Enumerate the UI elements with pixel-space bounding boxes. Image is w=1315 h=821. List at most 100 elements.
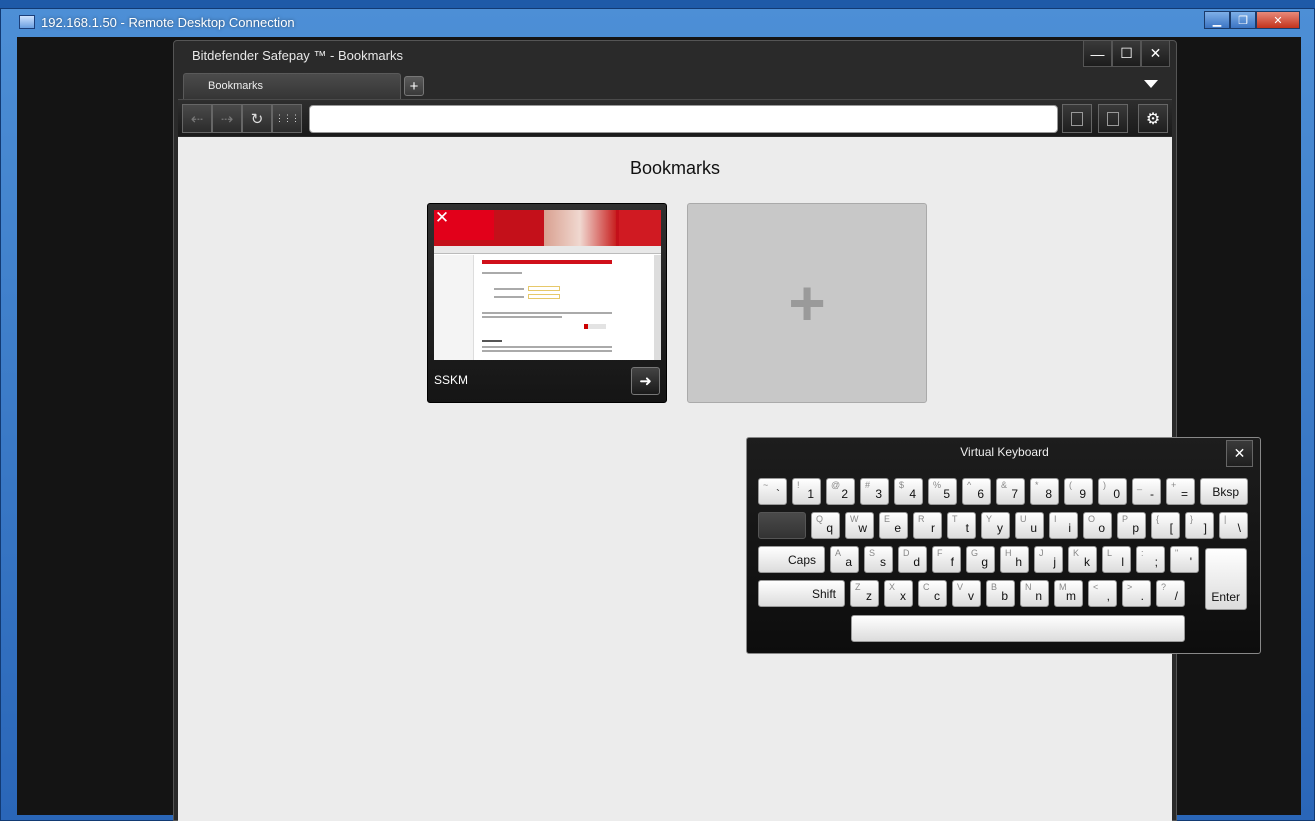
nav-buttons: ⇠ ⇢ ↻ ⋮⋮⋮ bbox=[182, 104, 302, 133]
forward-button[interactable]: ⇢ bbox=[212, 104, 242, 133]
key-o[interactable]: Oo bbox=[1083, 512, 1112, 539]
rdp-title: 192.168.1.50 - Remote Desktop Connection bbox=[41, 15, 295, 30]
key-[[interactable]: {[ bbox=[1151, 512, 1180, 539]
key-shift-label: { bbox=[1156, 514, 1160, 524]
key-shift-label: @ bbox=[831, 480, 841, 490]
rdp-restore-button[interactable]: ❐ bbox=[1230, 11, 1256, 29]
key-d[interactable]: Dd bbox=[898, 546, 927, 573]
key-label: l bbox=[1121, 555, 1124, 569]
key-1[interactable]: ! 1 bbox=[792, 478, 821, 505]
key-j[interactable]: Jj bbox=[1034, 546, 1063, 573]
rdp-close-button[interactable]: ✕ bbox=[1256, 11, 1300, 29]
key-c[interactable]: Cc bbox=[918, 580, 947, 607]
key-m[interactable]: Mm bbox=[1054, 580, 1083, 607]
settings-button[interactable]: ⚙ bbox=[1138, 104, 1168, 133]
back-button[interactable]: ⇠ bbox=[182, 104, 212, 133]
key-label: r bbox=[931, 521, 935, 535]
key--[interactable]: _ - bbox=[1132, 478, 1161, 505]
key-y[interactable]: Yy bbox=[981, 512, 1010, 539]
key-i[interactable]: Ii bbox=[1049, 512, 1078, 539]
key-a[interactable]: Aa bbox=[830, 546, 859, 573]
key-2[interactable]: @2 bbox=[826, 478, 855, 505]
key-shift[interactable]: Shift bbox=[758, 580, 845, 607]
tab-bookmarks[interactable]: Bookmarks bbox=[183, 73, 401, 99]
remove-bookmark-button[interactable]: ✕ bbox=[432, 208, 452, 228]
gear-icon: ⚙ bbox=[1138, 104, 1168, 133]
key-`[interactable]: ~ ` bbox=[758, 478, 787, 505]
key-t[interactable]: Tt bbox=[947, 512, 976, 539]
key-shift-label: + bbox=[1171, 480, 1177, 490]
key-space[interactable] bbox=[851, 615, 1185, 642]
key-tab[interactable] bbox=[758, 512, 806, 539]
key-v[interactable]: Vv bbox=[952, 580, 981, 607]
key-r[interactable]: Rr bbox=[913, 512, 942, 539]
key-q[interactable]: Qq bbox=[811, 512, 840, 539]
keyboard-title: Virtual Keyboard bbox=[960, 445, 1049, 459]
key-4[interactable]: $4 bbox=[894, 478, 923, 505]
open-bookmark-button[interactable]: ➜ bbox=[631, 367, 660, 395]
key-k[interactable]: Kk bbox=[1068, 546, 1097, 573]
key-shift-label: F bbox=[937, 548, 943, 558]
key-,[interactable]: <, bbox=[1088, 580, 1117, 607]
key-h[interactable]: Hh bbox=[1000, 546, 1029, 573]
bookmark-card[interactable]: ✕ SSKM ➜ bbox=[427, 203, 667, 403]
maximize-button[interactable]: ☐ bbox=[1112, 41, 1141, 67]
address-bar[interactable] bbox=[309, 105, 1058, 133]
key-l[interactable]: Ll bbox=[1102, 546, 1131, 573]
key-g[interactable]: Gg bbox=[966, 546, 995, 573]
key-8[interactable]: * 8 bbox=[1030, 478, 1059, 505]
key-=[interactable]: + = bbox=[1166, 478, 1195, 505]
page-view-button[interactable] bbox=[1062, 104, 1092, 133]
keyboard-close-button[interactable]: ✕ bbox=[1226, 440, 1253, 467]
key-label: 6 bbox=[977, 487, 984, 501]
reload-button[interactable]: ↻ bbox=[242, 104, 272, 133]
key-'[interactable]: " ' bbox=[1170, 546, 1199, 573]
key-label: c bbox=[934, 589, 940, 603]
close-button[interactable]: ✕ bbox=[1141, 41, 1170, 67]
key-z[interactable]: Zz bbox=[850, 580, 879, 607]
add-bookmark-button[interactable]: + bbox=[687, 203, 927, 403]
rdp-minimize-button[interactable]: ▁ bbox=[1204, 11, 1230, 29]
key-\[interactable]: | \ bbox=[1219, 512, 1248, 539]
key-shift-label: K bbox=[1073, 548, 1080, 558]
key-label: h bbox=[1015, 555, 1022, 569]
key-x[interactable]: Xx bbox=[884, 580, 913, 607]
bookmark-thumbnail[interactable] bbox=[434, 210, 661, 360]
key-label: z bbox=[866, 589, 872, 603]
key-0[interactable]: ) 0 bbox=[1098, 478, 1127, 505]
key-9[interactable]: (9 bbox=[1064, 478, 1093, 505]
key-label: Caps bbox=[787, 553, 816, 567]
key-label: e bbox=[894, 521, 901, 535]
key-7[interactable]: & 7 bbox=[996, 478, 1025, 505]
new-tab-button[interactable]: + bbox=[404, 76, 424, 96]
key-b[interactable]: Bb bbox=[986, 580, 1015, 607]
key-f[interactable]: Ff bbox=[932, 546, 961, 573]
key-caps[interactable]: Caps bbox=[758, 546, 825, 573]
key-enter[interactable]: Enter bbox=[1205, 548, 1247, 610]
key-s[interactable]: Ss bbox=[864, 546, 893, 573]
key-label: ] bbox=[1203, 521, 1207, 535]
key-w[interactable]: Ww bbox=[845, 512, 874, 539]
key-label: y bbox=[997, 521, 1003, 535]
key-shift-label: ~ bbox=[763, 480, 769, 490]
key-bksp[interactable]: Bksp bbox=[1200, 478, 1248, 505]
menu-dropdown-icon[interactable] bbox=[1144, 80, 1158, 88]
key-shift-label: B bbox=[991, 582, 998, 592]
key-p[interactable]: Pp bbox=[1117, 512, 1146, 539]
key-n[interactable]: Nn bbox=[1020, 580, 1049, 607]
key-;[interactable]: :; bbox=[1136, 546, 1165, 573]
key-3[interactable]: #3 bbox=[860, 478, 889, 505]
key-shift-label: T bbox=[952, 514, 958, 524]
key-e[interactable]: Ee bbox=[879, 512, 908, 539]
key-u[interactable]: Uu bbox=[1015, 512, 1044, 539]
key-][interactable]: }] bbox=[1185, 512, 1214, 539]
key-label: Bksp bbox=[1212, 485, 1239, 499]
key-/[interactable]: ? / bbox=[1156, 580, 1185, 607]
bookmark-view-button[interactable] bbox=[1098, 104, 1128, 133]
key-label: d bbox=[913, 555, 920, 569]
key-6[interactable]: ^ 6 bbox=[962, 478, 991, 505]
apps-grid-button[interactable]: ⋮⋮⋮ bbox=[272, 104, 302, 133]
minimize-button[interactable]: — bbox=[1083, 41, 1112, 67]
key-.[interactable]: >. bbox=[1122, 580, 1151, 607]
key-5[interactable]: % 5 bbox=[928, 478, 957, 505]
